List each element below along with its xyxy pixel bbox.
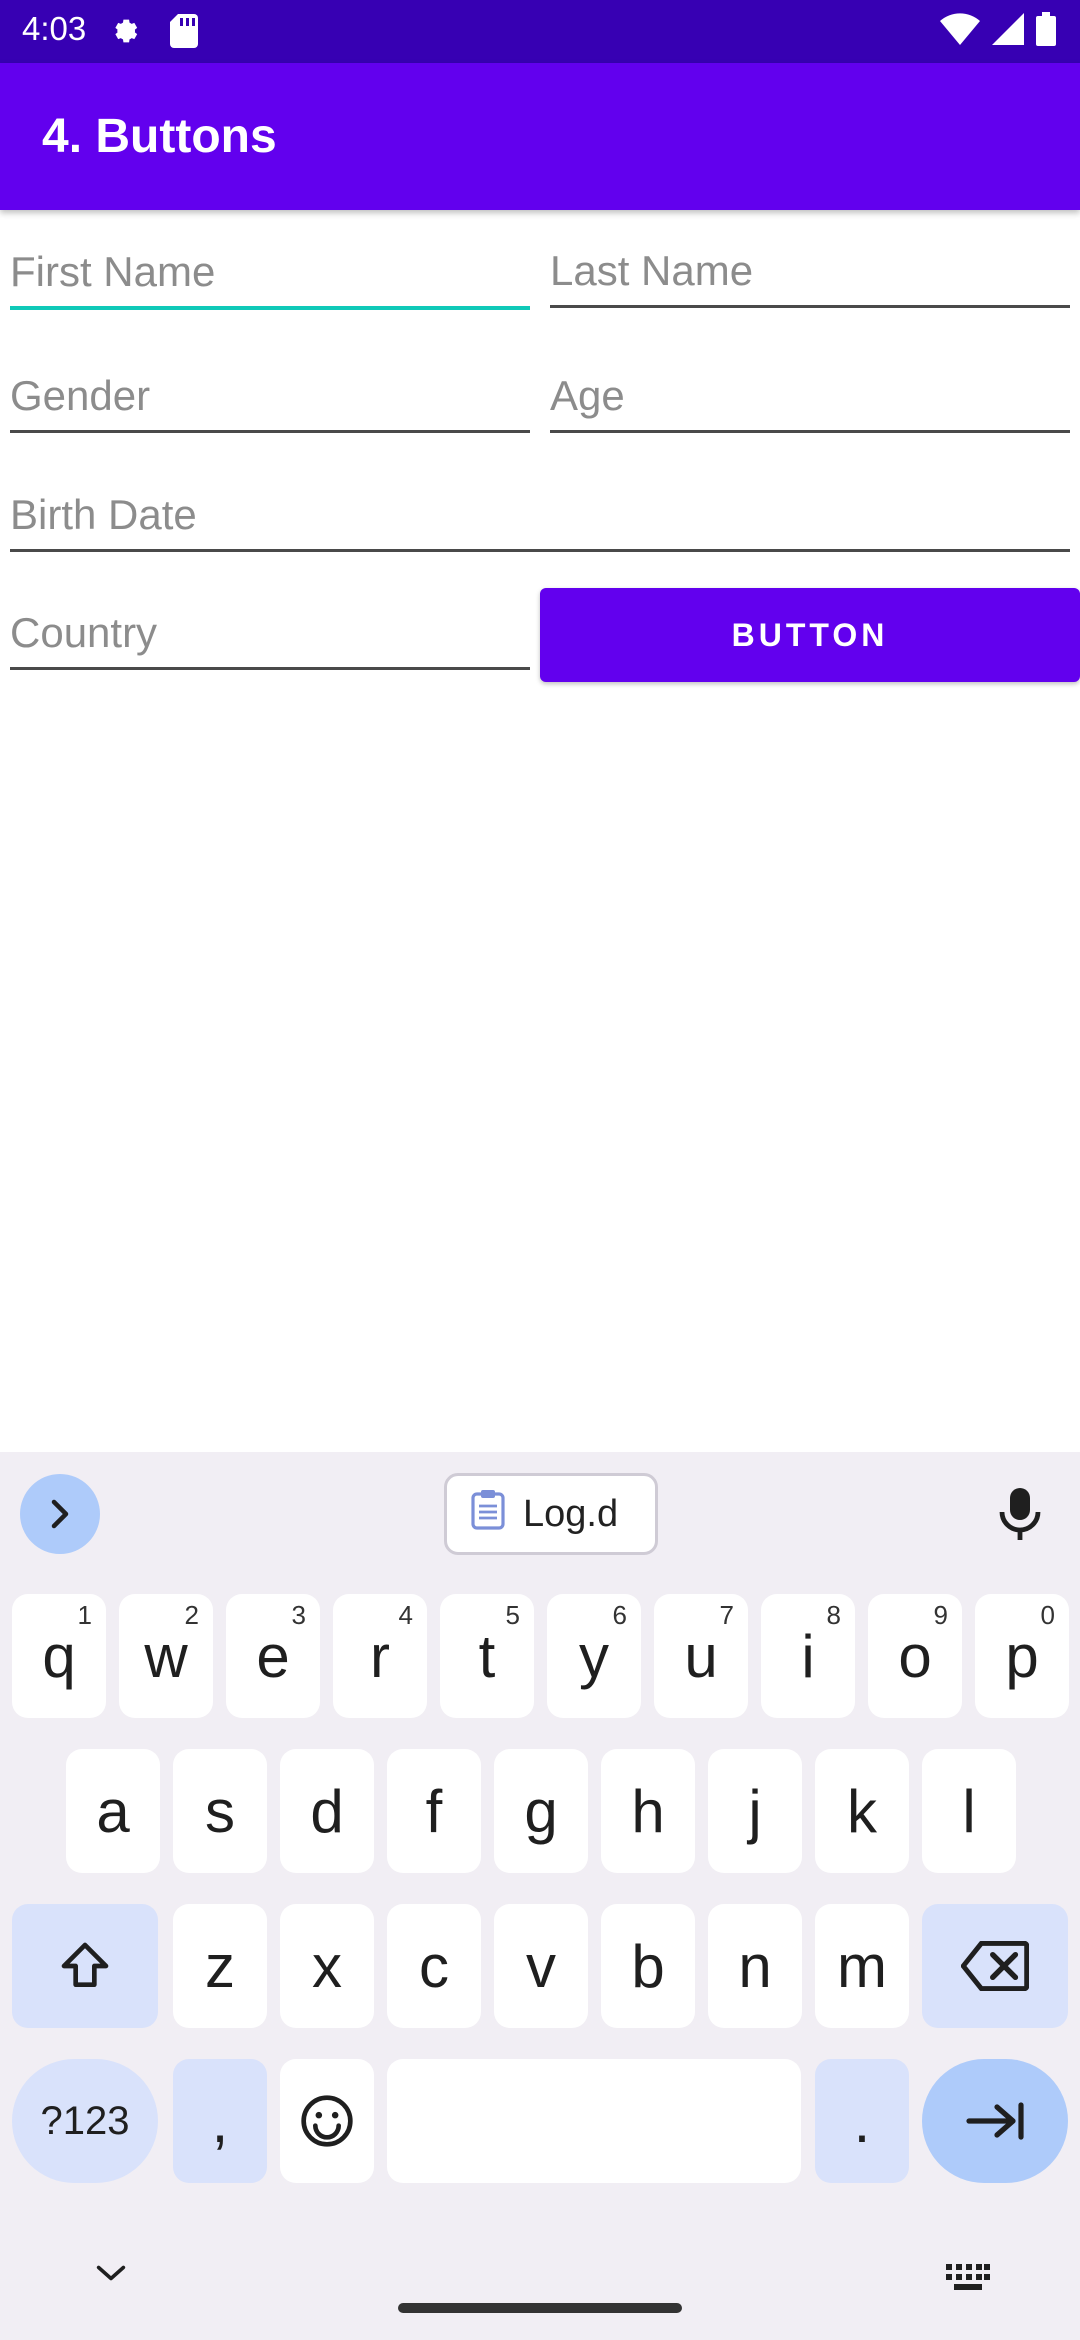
- key-p[interactable]: p0: [975, 1594, 1069, 1718]
- key-h[interactable]: h: [601, 1749, 695, 1873]
- period-key[interactable]: .: [815, 2059, 909, 2183]
- backspace-icon: [961, 1941, 1029, 1991]
- key-d[interactable]: d: [280, 1749, 374, 1873]
- shift-key[interactable]: [12, 1904, 158, 2028]
- last-name-field[interactable]: Last Name: [550, 240, 1070, 308]
- key-z[interactable]: z: [173, 1904, 267, 2028]
- key-l[interactable]: l: [922, 1749, 1016, 1873]
- hide-keyboard-button[interactable]: [94, 2262, 128, 2289]
- shift-icon: [61, 1942, 109, 1987]
- key-a[interactable]: a: [66, 1749, 160, 1873]
- key-c[interactable]: c: [387, 1904, 481, 2028]
- sd-card-icon: [170, 14, 198, 53]
- status-bar: 4:03: [0, 0, 1080, 63]
- signal-icon: [992, 13, 1024, 50]
- age-hint: Age: [550, 372, 625, 419]
- clipboard-icon: [471, 1488, 505, 1540]
- chevron-right-icon: [51, 1499, 69, 1529]
- key-u[interactable]: u7: [654, 1594, 748, 1718]
- key-f[interactable]: f: [387, 1749, 481, 1873]
- app-title: 4. Buttons: [42, 110, 277, 163]
- main-button[interactable]: BUTTON: [540, 588, 1080, 682]
- tab-arrow-icon: [966, 2102, 1024, 2140]
- soft-keyboard: [0, 1452, 1080, 2340]
- key-e[interactable]: e3: [226, 1594, 320, 1718]
- symbols-key[interactable]: ?123: [12, 2059, 158, 2183]
- gender-hint: Gender: [10, 372, 151, 419]
- first-name-field[interactable]: First Name: [10, 240, 530, 310]
- country-field[interactable]: Country: [10, 600, 530, 670]
- next-field-key[interactable]: [922, 2059, 1068, 2183]
- birth-date-hint: Birth Date: [10, 491, 197, 538]
- clipboard-chip-label: Log.d: [523, 1492, 619, 1535]
- key-r[interactable]: r4: [333, 1594, 427, 1718]
- spacebar-key[interactable]: [387, 2059, 801, 2183]
- expand-toolbar-button[interactable]: [20, 1474, 100, 1554]
- key-w[interactable]: w2: [119, 1594, 213, 1718]
- mic-icon[interactable]: [996, 1486, 1044, 1547]
- clipboard-suggestion-chip[interactable]: Log.d: [444, 1473, 658, 1555]
- status-time: 4:03: [22, 10, 87, 47]
- keyboard-switcher-button[interactable]: [946, 2264, 990, 2295]
- key-b[interactable]: b: [601, 1904, 695, 2028]
- country-hint: Country: [10, 609, 158, 656]
- key-t[interactable]: t5: [440, 1594, 534, 1718]
- backspace-key[interactable]: [922, 1904, 1068, 2028]
- app-bar: 4. Buttons: [0, 63, 1080, 210]
- first-name-hint: First Name: [10, 248, 216, 295]
- emoji-icon: [301, 2095, 353, 2147]
- chevron-down-icon: [96, 2265, 126, 2281]
- key-v[interactable]: v: [494, 1904, 588, 2028]
- birth-date-field[interactable]: Birth Date: [10, 482, 1070, 552]
- wifi-icon: [940, 13, 980, 50]
- age-field[interactable]: Age: [550, 363, 1070, 433]
- key-o[interactable]: o9: [868, 1594, 962, 1718]
- key-q[interactable]: q1: [12, 1594, 106, 1718]
- gender-field[interactable]: Gender: [10, 363, 530, 433]
- keyboard-icon: [946, 2264, 990, 2290]
- battery-icon: [1036, 12, 1056, 51]
- settings-icon: [106, 14, 140, 53]
- comma-key[interactable]: ,: [173, 2059, 267, 2183]
- key-j[interactable]: j: [708, 1749, 802, 1873]
- key-g[interactable]: g: [494, 1749, 588, 1873]
- key-y[interactable]: y6: [547, 1594, 641, 1718]
- last-name-hint: Last Name: [550, 247, 754, 294]
- emoji-key[interactable]: [280, 2059, 374, 2183]
- key-s[interactable]: s: [173, 1749, 267, 1873]
- home-gesture-bar[interactable]: [398, 2303, 682, 2313]
- key-m[interactable]: m: [815, 1904, 909, 2028]
- key-x[interactable]: x: [280, 1904, 374, 2028]
- key-n[interactable]: n: [708, 1904, 802, 2028]
- key-k[interactable]: k: [815, 1749, 909, 1873]
- key-i[interactable]: i8: [761, 1594, 855, 1718]
